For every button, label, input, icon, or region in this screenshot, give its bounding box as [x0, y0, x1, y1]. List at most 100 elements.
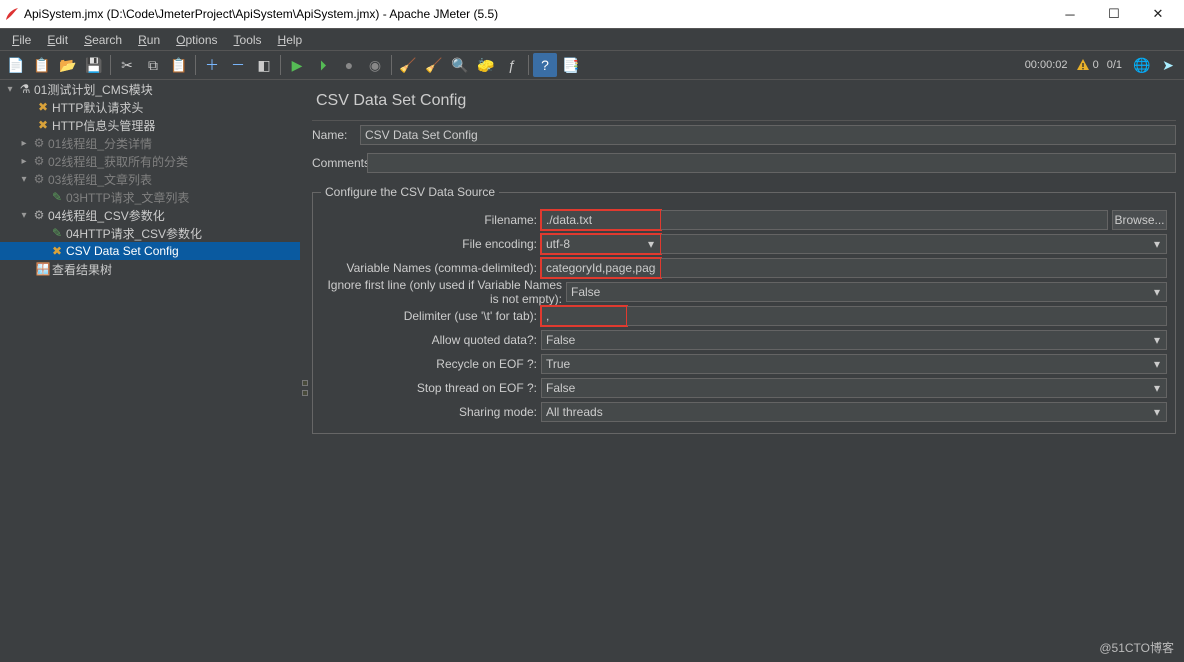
collapse-icon[interactable]: － [226, 53, 250, 77]
sampler-icon: ✎ [48, 190, 66, 204]
stopthread-field[interactable]: False [541, 378, 1167, 398]
tree-item[interactable]: ✖ HTTP默认请求头 [0, 98, 300, 116]
encoding-field-hl[interactable]: utf-8 [541, 234, 661, 254]
tree-item[interactable]: ▸⚙ 01线程组_分类详情 [0, 134, 300, 152]
copy-icon[interactable]: ⧉ [141, 53, 165, 77]
tree-item[interactable]: ✎ 04HTTP请求_CSV参数化 [0, 224, 300, 242]
clear-icon[interactable]: 🧹 [396, 53, 420, 77]
paste-icon[interactable]: 📋 [167, 53, 191, 77]
menu-help[interactable]: Help [270, 31, 311, 49]
group-legend: Configure the CSV Data Source [321, 185, 499, 199]
thread-group-icon: ⚙ [30, 136, 48, 150]
function-helper-icon[interactable]: ƒ [500, 53, 524, 77]
toolbar: 📄 📋 📂 💾 ✂ ⧉ 📋 ＋ － ◧ ▶ ⏵ ● ◉ 🧹 🧹 🔍 🧽 ƒ ? … [0, 50, 1184, 80]
close-button[interactable]: ✕ [1136, 0, 1180, 28]
watermark: @51CTO博客 [1099, 639, 1174, 656]
active-threads: 0/1 [1107, 59, 1122, 71]
cut-icon[interactable]: ✂ [115, 53, 139, 77]
delimiter-label: Delimiter (use '\t' for tab): [321, 309, 541, 323]
new-icon[interactable]: 📄 [4, 53, 28, 77]
tree-item[interactable]: ▸⚙ 02线程组_获取所有的分类 [0, 152, 300, 170]
tree-item[interactable]: 🪟 查看结果树 [0, 260, 300, 278]
encoding-label: File encoding: [321, 237, 541, 251]
start-notimers-icon[interactable]: ⏵ [311, 53, 335, 77]
listener-icon: 🪟 [34, 262, 52, 276]
filename-field-hl[interactable]: ./data.txt [541, 210, 661, 230]
minimize-button[interactable]: ─ [1048, 0, 1092, 28]
thread-group-icon: ⚙ [30, 154, 48, 168]
menu-bar: File Edit Search Run Options Tools Help [0, 28, 1184, 50]
delimiter-field-rest[interactable] [627, 306, 1167, 326]
browse-button[interactable]: Browse... [1112, 210, 1167, 230]
recycle-field[interactable]: True [541, 354, 1167, 374]
encoding-field-rest[interactable] [661, 234, 1167, 254]
varnames-label: Variable Names (comma-delimited): [321, 261, 541, 275]
ignorefirst-label: Ignore first line (only used if Variable… [321, 278, 566, 306]
tree-item[interactable]: ▾⚙ 04线程组_CSV参数化 [0, 206, 300, 224]
start-icon[interactable]: ▶ [285, 53, 309, 77]
menu-file[interactable]: File [4, 31, 39, 49]
thread-group-icon: ⚙ [30, 208, 48, 222]
search-tree-icon[interactable]: 🔍 [448, 53, 472, 77]
comments-row: Comments: [312, 153, 1176, 173]
maximize-button[interactable]: ☐ [1092, 0, 1136, 28]
varnames-field-rest[interactable] [661, 258, 1167, 278]
filename-label: Filename: [321, 213, 541, 227]
menu-search[interactable]: Search [76, 31, 130, 49]
config-icon: ✖ [34, 100, 52, 114]
comments-label: Comments: [312, 156, 367, 170]
reset-search-icon[interactable]: 🧽 [474, 53, 498, 77]
tree-item[interactable]: ✖ HTTP信息头管理器 [0, 116, 300, 134]
window-title: ApiSystem.jmx (D:\Code\JmeterProject\Api… [24, 7, 498, 21]
name-row: Name: [312, 125, 1176, 145]
recycle-label: Recycle on EOF ?: [321, 357, 541, 371]
name-input[interactable] [360, 125, 1176, 145]
menu-run[interactable]: Run [130, 31, 168, 49]
stopthread-label: Stop thread on EOF ?: [321, 381, 541, 395]
warning-icon [1076, 58, 1090, 72]
sharing-field[interactable]: All threads [541, 402, 1167, 422]
warnings-indicator[interactable]: 0 [1076, 58, 1099, 72]
tree-item-selected[interactable]: ✖ CSV Data Set Config [0, 242, 300, 260]
menu-edit[interactable]: Edit [39, 31, 76, 49]
name-label: Name: [312, 128, 360, 142]
csv-config-group: Configure the CSV Data Source Filename: … [312, 185, 1176, 434]
thread-group-icon: ⚙ [30, 172, 48, 186]
tree-item[interactable]: ▾⚙ 03线程组_文章列表 [0, 170, 300, 188]
stop-icon[interactable]: ● [337, 53, 361, 77]
tree-item[interactable]: ✎ 03HTTP请求_文章列表 [0, 188, 300, 206]
varnames-field-hl[interactable]: categoryId,page,pageSize [541, 258, 661, 278]
help-icon[interactable]: ? [533, 53, 557, 77]
arrow-icon[interactable]: ➤ [1156, 53, 1180, 77]
elapsed-time: 00:00:02 [1025, 59, 1068, 71]
quoted-field[interactable]: False [541, 330, 1167, 350]
sharing-label: Sharing mode: [321, 405, 541, 419]
menu-options[interactable]: Options [168, 31, 225, 49]
splitter[interactable] [300, 80, 308, 662]
delimiter-field-hl[interactable]: , [541, 306, 627, 326]
templates-icon[interactable]: 📋 [30, 53, 54, 77]
config-icon: ✖ [34, 118, 52, 132]
jmeter-feather-icon [4, 6, 20, 22]
shutdown-icon[interactable]: ◉ [363, 53, 387, 77]
globe-icon[interactable]: 🌐 [1130, 53, 1154, 77]
open-icon[interactable]: 📂 [56, 53, 80, 77]
menu-tools[interactable]: Tools [226, 31, 270, 49]
config-panel: CSV Data Set Config Name: Comments: Conf… [308, 80, 1184, 662]
flask-icon: ⚗ [16, 82, 34, 96]
config-icon: ✖ [48, 244, 66, 258]
toggle-icon[interactable]: ◧ [252, 53, 276, 77]
tree-root[interactable]: ▾⚗ 01测试计划_CMS模块 [0, 80, 300, 98]
templates2-icon[interactable]: 📑 [559, 53, 583, 77]
ignorefirst-field[interactable]: False [566, 282, 1167, 302]
save-icon[interactable]: 💾 [82, 53, 106, 77]
filename-field-rest[interactable] [661, 210, 1108, 230]
sampler-icon: ✎ [48, 226, 66, 240]
panel-title: CSV Data Set Config [312, 84, 1176, 121]
test-plan-tree[interactable]: ▾⚗ 01测试计划_CMS模块 ✖ HTTP默认请求头 ✖ HTTP信息头管理器… [0, 80, 300, 662]
clear-all-icon[interactable]: 🧹 [422, 53, 446, 77]
quoted-label: Allow quoted data?: [321, 333, 541, 347]
title-bar: ApiSystem.jmx (D:\Code\JmeterProject\Api… [0, 0, 1184, 28]
comments-input[interactable] [367, 153, 1176, 173]
expand-icon[interactable]: ＋ [200, 53, 224, 77]
